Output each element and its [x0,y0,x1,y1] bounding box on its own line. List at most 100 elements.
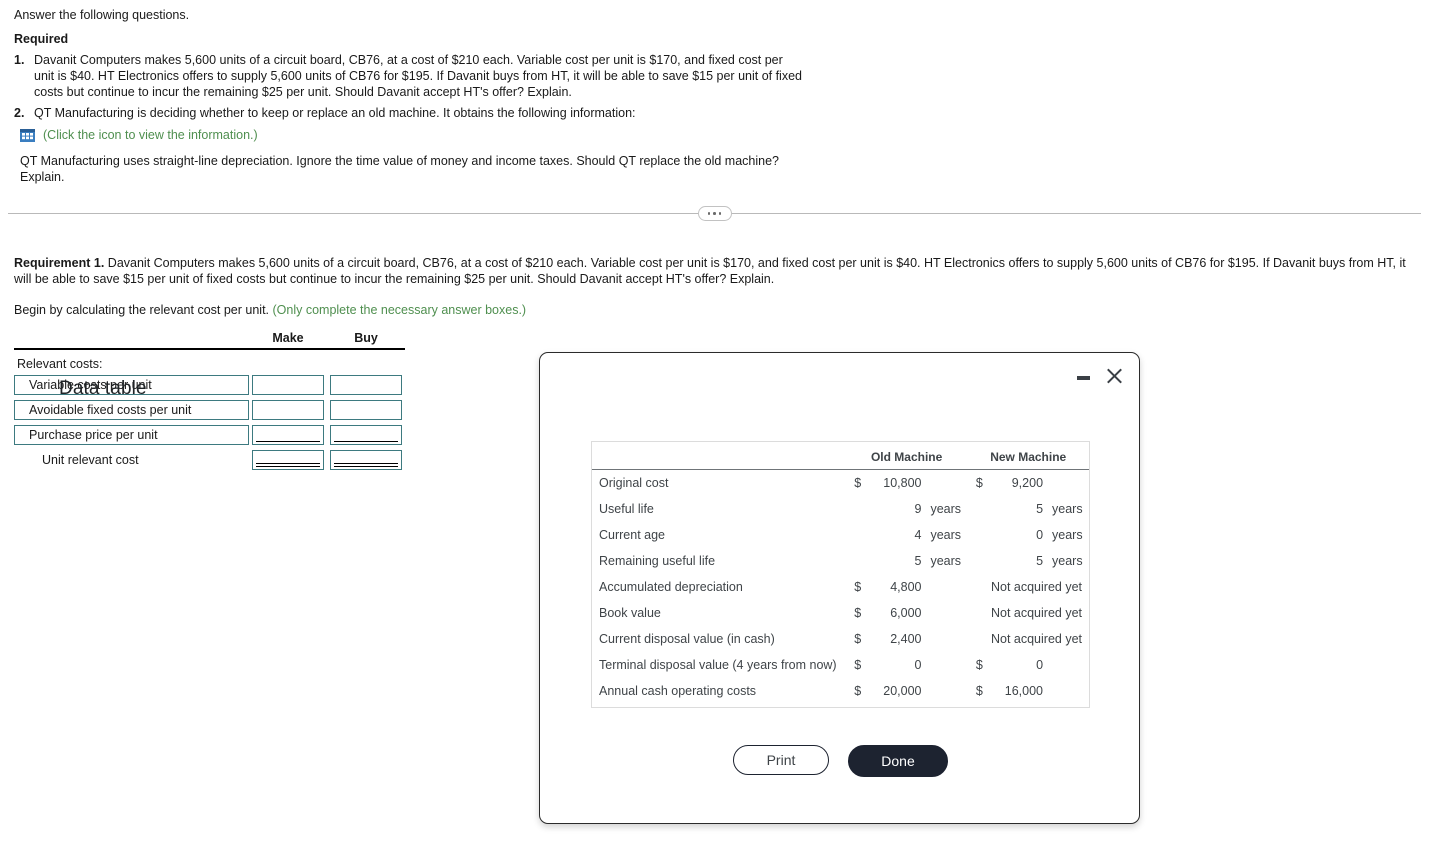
row-name: Current age [599,528,666,542]
new-symbol [967,496,991,522]
old-unit [923,574,967,600]
input-buy-avoidable-fixed-costs[interactable] [330,400,402,420]
new-unit [1045,652,1089,678]
machine-comparison-table: Old Machine New Machine Original cost $ … [592,442,1089,707]
old-unit [923,652,967,678]
question-item-1: 1. Davanit Computers makes 5,600 units o… [14,52,804,100]
table-row: Book value $ 6,000 Not acquired yet [592,600,1089,626]
input-buy-unit-relevant-cost[interactable] [330,450,402,470]
input-buy-variable-costs[interactable] [330,375,402,395]
row-label-unit-relevant-cost: Unit relevant cost [42,453,139,467]
collapse-handle-ellipsis[interactable] [697,206,732,221]
table-grid-icon[interactable] [20,128,35,142]
row-name: Accumulated depreciation [599,580,743,594]
new-note: Not acquired yet [990,606,1082,620]
input-make-unit-relevant-cost[interactable] [252,450,324,470]
begin-text: Begin by calculating the relevant cost p… [14,303,270,317]
ellipsis-dot-3 [718,212,722,215]
machine-table-head: Old Machine New Machine [592,442,1089,470]
column-header-buy: Buy [354,331,378,345]
question-number-1: 1. [14,53,25,67]
question-list: 1. Davanit Computers makes 5,600 units o… [14,52,804,121]
row-name: Useful life [599,502,654,516]
old-unit [923,600,967,626]
new-note: Not acquired yet [990,632,1082,646]
print-button[interactable]: Print [733,745,829,775]
modal-title: Data table [59,378,147,399]
double-underline-top [256,463,320,464]
old-symbol [846,496,870,522]
new-unit: years [1052,554,1083,568]
intro-line: Answer the following questions. [14,8,190,22]
table-header-row: Old Machine New Machine [592,442,1089,470]
requirement-body: Davanit Computers makes 5,600 units of a… [14,256,1406,286]
machine-table-body: Original cost $ 10,800 $ 9,200 Useful li… [592,470,1089,708]
table-row: Terminal disposal value (4 years from no… [592,652,1089,678]
input-make-avoidable-fixed-costs[interactable] [252,400,324,420]
ellipsis-dot-1 [707,212,711,215]
row-name: Terminal disposal value (4 years from no… [599,658,837,672]
row-name: Original cost [599,476,669,490]
old-symbol: $ [854,658,862,672]
old-value: 5 [914,554,922,568]
close-icon[interactable] [1106,368,1123,385]
new-value: 0 [1036,658,1044,672]
input-make-purchase-price[interactable] [252,425,324,445]
header-new-machine: New Machine [967,442,1089,470]
data-table-link-row[interactable]: (Click the icon to view the information.… [14,127,804,143]
new-symbol: $ [975,476,983,490]
header-blank [592,442,846,470]
double-underline-bottom [334,466,398,467]
row-label-select-purchase-price[interactable]: Purchase price per unit [14,425,249,445]
question-text-1: Davanit Computers makes 5,600 units of a… [34,53,802,99]
old-symbol: $ [854,580,862,594]
old-value: 9 [914,502,922,516]
table-row: Current disposal value (in cash) $ 2,400… [592,626,1089,652]
old-value: 4,800 [890,580,922,594]
done-button[interactable]: Done [848,745,948,777]
old-unit: years [930,554,962,568]
old-symbol: $ [854,606,862,620]
view-information-link[interactable]: (Click the icon to view the information.… [43,127,258,143]
modal-button-bar: Print Done [540,745,1141,777]
table-row: Annual cash operating costs $ 20,000 $ 1… [592,678,1089,707]
old-value: 2,400 [890,632,922,646]
old-value: 0 [914,658,922,672]
new-value: 0 [1036,528,1044,542]
single-underline [334,441,398,442]
new-unit [1045,678,1089,707]
old-symbol: $ [854,476,862,490]
ellipsis-dot-2 [713,212,716,215]
old-value: 10,800 [883,476,922,490]
data-table-container: Old Machine New Machine Original cost $ … [591,441,1090,708]
make-buy-answer-table: Make Buy Relevant costs: Variable costs … [14,326,405,475]
row-label-select-avoidable-fixed-costs[interactable]: Avoidable fixed costs per unit [14,400,249,420]
sub-paragraph: QT Manufacturing uses straight-line depr… [20,154,779,184]
new-symbol: $ [975,684,983,698]
question-item-2: 2. QT Manufacturing is deciding whether … [14,105,804,121]
new-value: 9,200 [1011,476,1044,490]
new-unit: years [1052,528,1083,542]
table-row: Remaining useful life 5 years 5 years [592,548,1089,574]
new-unit [1045,470,1089,497]
row-name: Annual cash operating costs [599,684,757,698]
column-header-make: Make [272,331,304,345]
row-name: Book value [599,606,661,620]
double-underline-bottom [256,466,320,467]
old-unit: years [930,528,962,542]
new-value: 5 [1036,554,1044,568]
new-symbol [967,522,991,548]
input-buy-purchase-price[interactable] [330,425,402,445]
requirement-label: Requirement 1. [14,256,105,270]
input-make-variable-costs[interactable] [252,375,324,395]
old-value: 20,000 [883,684,922,698]
old-unit [923,626,967,652]
begin-instruction: Begin by calculating the relevant cost p… [14,302,1414,318]
data-table-modal: Old Machine New Machine Original cost $ … [539,352,1140,824]
question-number-2: 2. [14,106,25,120]
minimize-icon[interactable] [1077,370,1090,383]
table-row: Current age 4 years 0 years [592,522,1089,548]
old-unit [923,470,967,497]
table-row: Useful life 9 years 5 years [592,496,1089,522]
new-symbol [967,548,991,574]
